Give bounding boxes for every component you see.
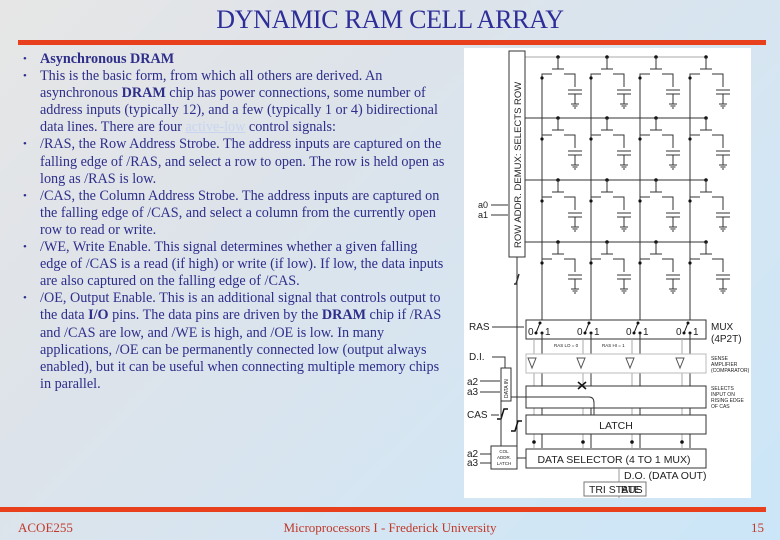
junction-dot xyxy=(540,137,544,141)
junction-dot xyxy=(688,199,692,203)
col-a3-label: a3 xyxy=(467,458,479,469)
bullet-bold: I/O xyxy=(88,307,109,324)
transistor-channel xyxy=(541,258,576,272)
bullet-item: Asynchronous DRAM xyxy=(22,51,447,68)
transistor-channel xyxy=(541,196,576,210)
bullet-text: pins. The data pins are driven by the xyxy=(108,307,322,324)
selects-label-4: OF CAS xyxy=(711,404,730,410)
ras-lo-label: RAS LO = 0 xyxy=(554,343,579,348)
bullet-item: /WE, Write Enable. This signal determine… xyxy=(22,239,447,290)
junction-dot xyxy=(688,76,692,80)
bullet-bold: DRAM xyxy=(121,85,166,102)
cas-label: CAS xyxy=(467,410,488,421)
bus-label: BUS xyxy=(621,484,643,496)
bullet-item: /RAS, the Row Address Strobe. The addres… xyxy=(22,136,447,187)
transistor-channel xyxy=(541,73,576,87)
transistor-channel xyxy=(689,134,724,148)
switch-zero-label: 0 xyxy=(577,327,583,338)
transistor-channel xyxy=(689,258,724,272)
transistor-channel xyxy=(689,73,724,87)
junction-dot xyxy=(638,199,642,203)
switch-zero-label: 0 xyxy=(626,327,632,338)
junction-dot xyxy=(540,261,544,265)
col-latch-label-1: COL xyxy=(499,449,509,454)
mux-label: MUX xyxy=(711,322,734,333)
transistor-channel xyxy=(541,134,576,148)
junction-dot xyxy=(688,261,692,265)
footer-divider xyxy=(0,507,766,512)
data-out-label: D.O. (DATA OUT) xyxy=(624,470,706,482)
ras-label: RAS xyxy=(469,322,490,333)
bullet-list: Asynchronous DRAM This is the basic form… xyxy=(22,51,447,393)
mux-type-label: (4P2T) xyxy=(711,334,742,345)
junction-dot xyxy=(589,137,593,141)
bullet-text: control signals: xyxy=(245,119,336,136)
transistor-channel xyxy=(590,73,625,87)
slide-title: DYNAMIC RAM CELL ARRAY xyxy=(216,5,564,34)
switch-one-label: 1 xyxy=(643,327,649,338)
bullet-text: /CAS, the Column Address Strobe. The add… xyxy=(40,187,440,238)
latch-junction-dot xyxy=(532,440,536,444)
cell-array xyxy=(525,55,730,320)
bullet-bold: DRAM xyxy=(321,307,366,324)
junction-dot xyxy=(638,261,642,265)
dram-circuit-svg: ROW ADDR. DEMUX: SELECTS ROW a0 a1 RAS M… xyxy=(467,50,750,498)
transistor-channel xyxy=(639,258,674,272)
a3-label: a3 xyxy=(467,387,479,398)
junction-dot xyxy=(638,137,642,141)
switch-one-label: 1 xyxy=(594,327,600,338)
data-in-label: D.I. xyxy=(469,352,485,363)
col-latch-label-2: ADDR. xyxy=(497,455,511,460)
bullet-item: This is the basic form, from which all o… xyxy=(22,68,447,136)
junction-dot xyxy=(589,199,593,203)
data-in-line xyxy=(492,356,506,368)
a0-label: a0 xyxy=(478,200,488,210)
latch-label: LATCH xyxy=(599,420,633,432)
junction-dot xyxy=(540,199,544,203)
junction-dot xyxy=(589,261,593,265)
switch-one-label: 1 xyxy=(545,327,551,338)
dram-diagram: ROW ADDR. DEMUX: SELECTS ROW a0 a1 RAS M… xyxy=(464,48,751,498)
col-latch-label-3: LATCH xyxy=(497,461,511,466)
switch-one-label: 1 xyxy=(693,327,699,338)
footer-page-number: 15 xyxy=(751,520,764,535)
title-divider xyxy=(18,40,766,45)
footer-title: Microprocessors I - Frederick University xyxy=(283,520,497,535)
transistor-channel xyxy=(590,196,625,210)
ras-hi-label: RAS HI = 1 xyxy=(602,343,625,348)
cas-edge-icon xyxy=(497,408,508,420)
data-in-latch-label: DATA IN xyxy=(504,379,510,398)
latch-junction-dot xyxy=(680,440,684,444)
transistor-channel xyxy=(689,196,724,210)
switch-zero-label: 0 xyxy=(528,327,534,338)
bullet-text: /RAS, the Row Address Strobe. The addres… xyxy=(40,136,445,187)
bullet-heading: Asynchronous DRAM xyxy=(40,51,175,67)
transistor-channel xyxy=(590,134,625,148)
latch-junction-dot xyxy=(581,440,585,444)
transistor-channel xyxy=(639,73,674,87)
switch-zero-label: 0 xyxy=(676,327,682,338)
bullet-item: /CAS, the Column Address Strobe. The add… xyxy=(22,188,447,239)
sense-label-3: (COMPARATOR) xyxy=(711,368,750,374)
latch-output-dots xyxy=(532,440,684,444)
junction-dot xyxy=(688,137,692,141)
active-low-link[interactable]: active-low xyxy=(185,119,245,135)
transistor-channel xyxy=(639,196,674,210)
a1-label: a1 xyxy=(478,210,488,220)
transistor-channel xyxy=(639,134,674,148)
junction-dot xyxy=(540,76,544,80)
bullet-text: /WE, Write Enable. This signal determine… xyxy=(40,239,444,290)
latch-junction-dot xyxy=(630,440,634,444)
junction-dot xyxy=(638,76,642,80)
bullet-item: /OE, Output Enable. This is an additiona… xyxy=(22,290,447,393)
data-selector-label: DATA SELECTOR (4 TO 1 MUX) xyxy=(537,454,690,466)
row-demux-label: ROW ADDR. DEMUX: SELECTS ROW xyxy=(513,82,524,248)
transistor-channel xyxy=(590,258,625,272)
junction-dot xyxy=(589,76,593,80)
